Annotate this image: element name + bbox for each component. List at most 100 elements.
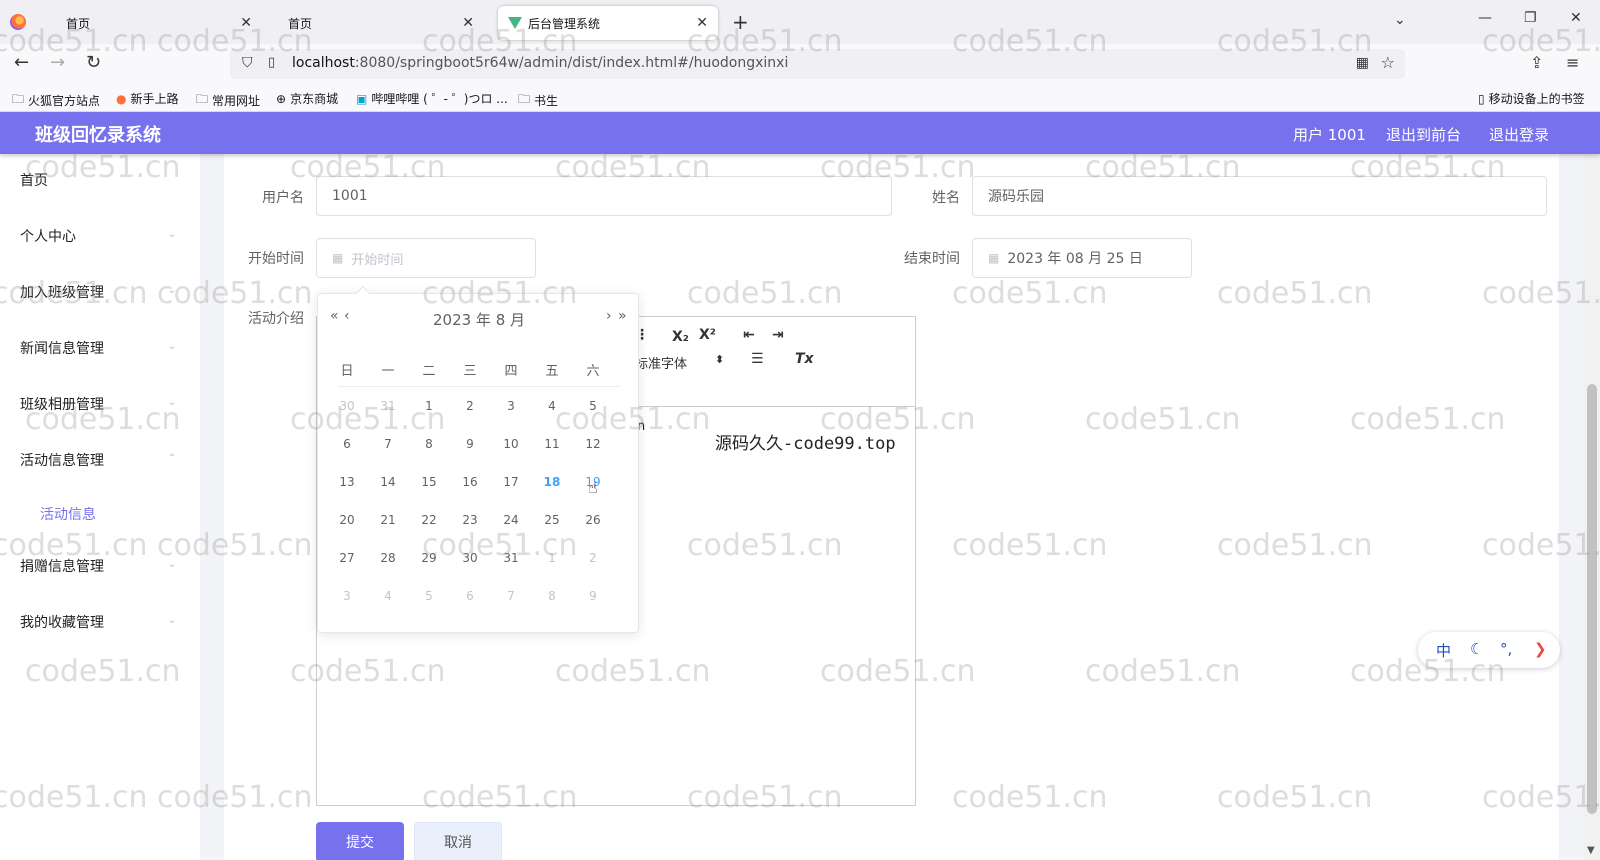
clear-format-icon[interactable]: Tx — [795, 351, 814, 367]
calendar-day[interactable]: 4 — [367, 589, 409, 603]
calendar-day[interactable]: 31 — [490, 551, 532, 565]
window-close-icon[interactable]: ✕ — [1570, 10, 1582, 26]
tab-home-1[interactable]: 首页 ✕ — [40, 6, 262, 40]
calendar-day[interactable]: 4 — [531, 399, 573, 413]
calendar-day[interactable]: 23 — [449, 513, 491, 527]
calendar-day[interactable]: 6 — [326, 437, 368, 451]
bookmark-item[interactable]: ● 新手上路 — [116, 90, 179, 107]
calendar-day[interactable]: 22 — [408, 513, 450, 527]
mobile-bookmarks[interactable]: ▯ 移动设备上的书签 — [1478, 90, 1585, 107]
next-year-button[interactable]: » — [618, 308, 627, 324]
back-to-front-link[interactable]: 退出到前台 — [1386, 124, 1461, 145]
forward-icon[interactable]: → — [50, 52, 65, 73]
close-icon[interactable]: ✕ — [240, 15, 252, 31]
reload-icon[interactable]: ↻ — [86, 52, 101, 73]
sidebar-item-news[interactable]: 新闻信息管理 ⌄ — [0, 328, 200, 368]
calendar-day[interactable]: 3 — [326, 589, 368, 603]
cancel-button[interactable]: 取消 — [414, 822, 502, 860]
select-arrows-icon[interactable]: ⬍ — [715, 353, 724, 366]
bookmark-item[interactable]: 🗀 书生 — [518, 90, 558, 111]
sidebar-item-profile[interactable]: 个人中心 ⌄ — [0, 216, 200, 256]
logout-link[interactable]: 退出登录 — [1489, 124, 1549, 145]
subscript-icon[interactable]: X₂ — [672, 329, 689, 345]
bookmark-item[interactable]: 🗀 火狐官方站点 — [12, 90, 100, 111]
sidebar-item-favorites[interactable]: 我的收藏管理 ⌄ — [0, 602, 200, 642]
moon-icon[interactable]: ☾ — [1470, 640, 1483, 658]
bookmark-item[interactable]: ⊕ 京东商城 — [276, 90, 338, 107]
url-text[interactable]: localhost:8080/springboot5r64w/admin/dis… — [292, 55, 788, 71]
calendar-day[interactable]: 29 — [408, 551, 450, 565]
calendar-day[interactable]: 17 — [490, 475, 532, 489]
calendar-day[interactable]: 2 — [449, 399, 491, 413]
punctuation-icon[interactable]: °, — [1500, 640, 1512, 658]
close-icon[interactable]: ✕ — [462, 15, 474, 31]
sidebar-item-donation[interactable]: 捐赠信息管理 ⌄ — [0, 546, 200, 586]
calendar-day[interactable]: 3 — [490, 399, 532, 413]
calendar-day[interactable]: 30 — [449, 551, 491, 565]
back-icon[interactable]: ← — [14, 52, 29, 73]
close-icon[interactable]: ✕ — [696, 15, 708, 31]
calendar-day[interactable]: 21 — [367, 513, 409, 527]
submit-button[interactable]: 提交 — [316, 822, 404, 860]
calendar-day[interactable]: 14 — [367, 475, 409, 489]
end-time-picker[interactable]: ▦ 2023 年 08 月 25 日 — [972, 238, 1192, 278]
calendar-day[interactable]: 1 — [531, 551, 573, 565]
calendar-day[interactable]: 9 — [449, 437, 491, 451]
calendar-day[interactable]: 27 — [326, 551, 368, 565]
calendar-day[interactable]: 10 — [490, 437, 532, 451]
calendar-day[interactable]: 8 — [531, 589, 573, 603]
bookmark-item[interactable]: 🗀 常用网址 — [196, 90, 260, 111]
font-select[interactable]: 标准字体 — [635, 353, 687, 372]
indent-icon[interactable]: ⇥ — [772, 327, 784, 343]
calendar-day[interactable]: 5 — [408, 589, 450, 603]
name-field[interactable]: 源码乐园 — [972, 176, 1547, 216]
calendar-day[interactable]: 5 — [572, 399, 614, 413]
calendar-day[interactable]: 8 — [408, 437, 450, 451]
calendar-day[interactable]: 7 — [367, 437, 409, 451]
scrollbar-thumb[interactable] — [1587, 384, 1597, 814]
minimize-icon[interactable]: — — [1478, 10, 1492, 26]
sidebar-item-activity[interactable]: 活动信息管理 ⌃ — [0, 440, 200, 480]
bookmark-star-icon[interactable]: ☆ — [1381, 53, 1395, 72]
calendar-day[interactable]: 30 — [326, 399, 368, 413]
url-bar[interactable]: ⛉ ▯ localhost:8080/springboot5r64w/admin… — [230, 49, 1405, 79]
calendar-day[interactable]: 6 — [449, 589, 491, 603]
start-time-picker[interactable]: ▦ 开始时间 — [316, 238, 536, 278]
new-tab-icon[interactable]: + — [732, 10, 749, 34]
align-icon[interactable]: ☰ — [751, 351, 764, 367]
superscript-icon[interactable]: X² — [699, 327, 716, 343]
qr-code-icon[interactable]: ▦ — [1356, 55, 1369, 71]
calendar-day[interactable]: 24 — [490, 513, 532, 527]
sidebar-item-album[interactable]: 班级相册管理 ⌄ — [0, 384, 200, 424]
calendar-day[interactable]: 15 — [408, 475, 450, 489]
chevron-right-icon[interactable]: ❯ — [1534, 640, 1547, 658]
ime-language-toggle[interactable]: 中 — [1436, 640, 1451, 661]
sidebar-item-home[interactable]: 首页 — [0, 160, 200, 200]
sidebar-subitem-activity-info[interactable]: 活动信息 — [0, 494, 200, 534]
calendar-day[interactable]: 26 — [572, 513, 614, 527]
calendar-day[interactable]: 1 — [408, 399, 450, 413]
sidebar-item-join-class[interactable]: 加入班级管理 ⌄ — [0, 272, 200, 312]
calendar-day[interactable]: 25 — [531, 513, 573, 527]
tab-home-2[interactable]: 首页 ✕ — [262, 6, 484, 40]
calendar-day[interactable]: 12 — [572, 437, 614, 451]
page-scrollbar[interactable]: ▼ — [1584, 154, 1600, 860]
bookmark-item[interactable]: ▣ 哔哩哔哩 ( ゜- ゜)つロ ... — [356, 90, 508, 107]
calendar-day[interactable]: 18 — [531, 475, 573, 489]
extensions-icon[interactable]: ⇪ — [1530, 53, 1543, 72]
next-month-button[interactable]: › — [606, 308, 612, 324]
outdent-icon[interactable]: ⇤ — [743, 327, 755, 343]
calendar-day[interactable]: 13 — [326, 475, 368, 489]
menu-icon[interactable]: ≡ — [1566, 53, 1579, 72]
restore-icon[interactable]: ❐ — [1524, 10, 1537, 26]
calendar-day[interactable]: 7 — [490, 589, 532, 603]
username-field[interactable]: 1001 — [316, 176, 892, 216]
calendar-day[interactable]: 20 — [326, 513, 368, 527]
calendar-day[interactable]: 9 — [572, 589, 614, 603]
shield-icon[interactable]: ⛉ — [242, 55, 253, 71]
calendar-day[interactable]: 16 — [449, 475, 491, 489]
calendar-day[interactable]: 28 — [367, 551, 409, 565]
scroll-down-icon[interactable]: ▼ — [1587, 845, 1595, 856]
calendar-day[interactable]: 11 — [531, 437, 573, 451]
calendar-day[interactable]: 2 — [572, 551, 614, 565]
